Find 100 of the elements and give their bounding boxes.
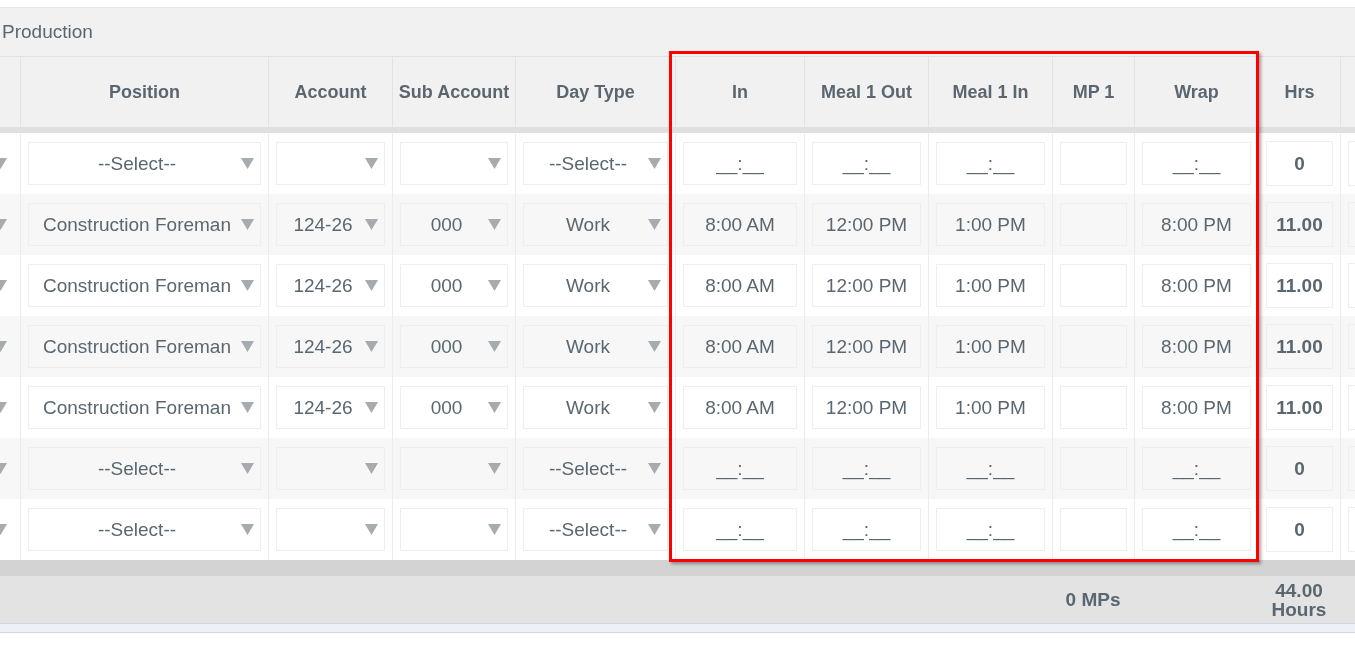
caret-icon <box>648 341 661 352</box>
caret-icon <box>488 280 501 291</box>
caret-icon <box>365 158 378 169</box>
dropdown[interactable]: --Select-- <box>28 447 261 490</box>
time-field[interactable]: __:__ <box>936 142 1045 185</box>
caret-icon <box>365 280 378 291</box>
caret-icon <box>488 402 501 413</box>
time-field[interactable]: 8:00 PM <box>1142 325 1251 368</box>
mp-total: 0 MPs <box>1065 588 1121 611</box>
time-field[interactable]: 1:00 PM <box>936 264 1045 307</box>
dropdown[interactable]: Construction Foreman <box>28 203 261 246</box>
dropdown[interactable] <box>276 447 385 490</box>
time-field[interactable]: 8:00 AM <box>683 325 797 368</box>
dropdown[interactable]: Work <box>523 264 668 307</box>
dropdown[interactable] <box>276 508 385 551</box>
section-title: Production <box>2 21 93 43</box>
column-header: Wrap <box>1134 56 1258 127</box>
dropdown[interactable]: Construction Foreman <box>28 264 261 307</box>
hours-total: 44.00 Hours <box>1270 580 1328 619</box>
caret-icon <box>241 341 254 352</box>
dropdown[interactable]: --Select-- <box>28 142 261 185</box>
hours-value: 0 <box>1294 518 1305 541</box>
time-field[interactable]: __:__ <box>1142 142 1251 185</box>
hours-value: 0 <box>1294 152 1305 175</box>
column-header: Day Type <box>515 56 675 127</box>
caret-icon <box>365 463 378 474</box>
dropdown[interactable]: Construction Foreman <box>28 386 261 429</box>
time-field[interactable]: 8:00 AM <box>683 386 797 429</box>
time-field[interactable]: 12:00 PM <box>812 386 921 429</box>
caret-icon <box>488 524 501 535</box>
caret-icon <box>241 219 254 230</box>
dropdown[interactable]: Work <box>523 386 668 429</box>
time-field[interactable]: 12:00 PM <box>812 264 921 307</box>
dropdown[interactable] <box>276 142 385 185</box>
column-header: Sub Account <box>392 56 515 127</box>
dropdown[interactable] <box>400 447 508 490</box>
dropdown[interactable] <box>400 508 508 551</box>
dropdown[interactable]: --Select-- <box>523 508 668 551</box>
hours-value: 11.00 <box>1276 213 1323 236</box>
time-field[interactable]: 8:00 PM <box>1142 203 1251 246</box>
hours-value: 11.00 <box>1276 274 1323 297</box>
time-field[interactable]: __:__ <box>812 508 921 551</box>
caret-icon <box>488 158 501 169</box>
caret-icon <box>241 158 254 169</box>
dropdown[interactable]: Construction Foreman <box>28 325 261 368</box>
dropdown[interactable]: 000 <box>400 386 508 429</box>
time-field[interactable]: __:__ <box>936 447 1045 490</box>
time-field[interactable]: 8:00 PM <box>1142 264 1251 307</box>
caret-icon <box>365 219 378 230</box>
time-field[interactable]: __:__ <box>683 508 797 551</box>
dropdown[interactable]: 000 <box>400 264 508 307</box>
caret-icon <box>488 219 501 230</box>
dropdown[interactable]: 124-26 <box>276 264 385 307</box>
time-field[interactable]: __:__ <box>683 142 797 185</box>
column-header: Meal 1 Out <box>804 56 928 127</box>
caret-icon <box>241 524 254 535</box>
dropdown[interactable]: 124-26 <box>276 386 385 429</box>
time-field[interactable]: __:__ <box>683 447 797 490</box>
dropdown[interactable]: 000 <box>400 203 508 246</box>
dropdown[interactable]: Work <box>523 325 668 368</box>
caret-icon <box>365 341 378 352</box>
dropdown[interactable]: --Select-- <box>523 447 668 490</box>
time-field[interactable]: 12:00 PM <box>812 203 921 246</box>
caret-icon <box>648 280 661 291</box>
dropdown[interactable]: 124-26 <box>276 203 385 246</box>
caret-icon <box>648 402 661 413</box>
time-field[interactable]: __:__ <box>1142 508 1251 551</box>
caret-icon <box>241 280 254 291</box>
time-field[interactable]: 8:00 AM <box>683 264 797 307</box>
time-field[interactable]: 1:00 PM <box>936 325 1045 368</box>
caret-icon <box>648 524 661 535</box>
column-header: Meal 1 In <box>928 56 1052 127</box>
hours-value: 0 <box>1294 457 1305 480</box>
time-field[interactable]: __:__ <box>812 447 921 490</box>
caret-icon <box>648 219 661 230</box>
caret-icon <box>365 524 378 535</box>
hours-value: 11.00 <box>1276 335 1323 358</box>
time-field[interactable]: __:__ <box>812 142 921 185</box>
time-field[interactable]: 1:00 PM <box>936 203 1045 246</box>
dropdown[interactable]: --Select-- <box>28 508 261 551</box>
dropdown[interactable]: --Select-- <box>523 142 668 185</box>
dropdown[interactable]: Work <box>523 203 668 246</box>
dropdown[interactable] <box>400 142 508 185</box>
time-field[interactable]: 8:00 PM <box>1142 386 1251 429</box>
column-header: Account <box>268 56 392 127</box>
time-field[interactable]: __:__ <box>936 508 1045 551</box>
caret-icon <box>241 402 254 413</box>
column-header: Position <box>20 56 268 127</box>
time-field[interactable]: __:__ <box>1142 447 1251 490</box>
caret-icon <box>241 463 254 474</box>
caret-icon <box>648 463 661 474</box>
time-field[interactable]: 8:00 AM <box>683 203 797 246</box>
column-header: Hrs <box>1258 56 1340 127</box>
time-field[interactable]: 12:00 PM <box>812 325 921 368</box>
dropdown[interactable]: 000 <box>400 325 508 368</box>
time-field[interactable]: 1:00 PM <box>936 386 1045 429</box>
column-header: MP 1 <box>1052 56 1134 127</box>
dropdown[interactable]: 124-26 <box>276 325 385 368</box>
caret-icon <box>365 402 378 413</box>
caret-icon <box>648 158 661 169</box>
